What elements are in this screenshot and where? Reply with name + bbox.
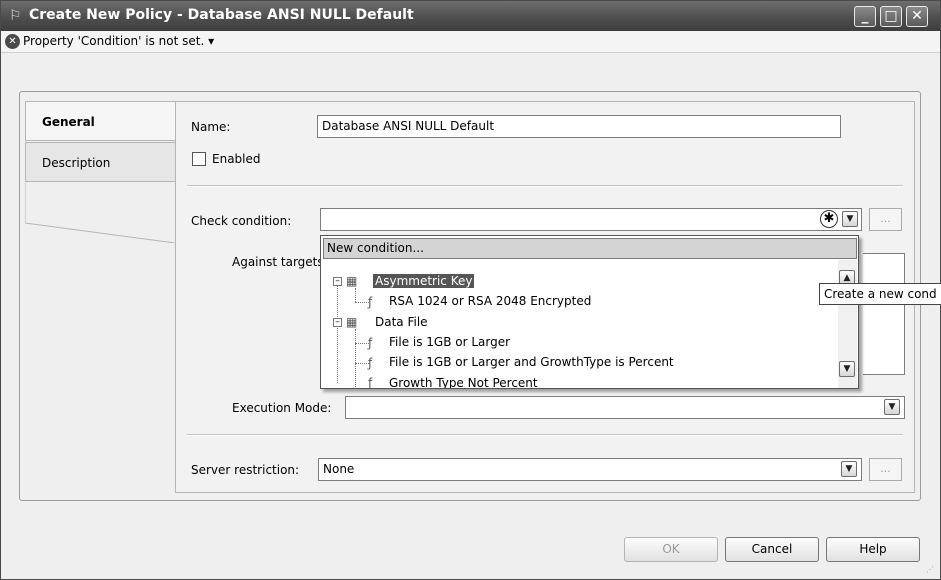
condition-icon: ƒ [368, 295, 373, 309]
tree-item-asymmetric-key[interactable]: Asymmetric Key [373, 274, 475, 288]
close-button[interactable]: ✕ [906, 6, 928, 27]
condition-icon: ƒ [368, 356, 373, 370]
cancel-button[interactable]: Cancel [725, 537, 819, 562]
name-label: Name: [191, 120, 231, 134]
tree-item-data-file[interactable]: Data File [375, 315, 428, 329]
status-bar: ✕ Property 'Condition' is not set. ▾ [1, 31, 940, 53]
tab-description[interactable]: Description [25, 142, 177, 182]
minimize-button[interactable]: _ [854, 6, 876, 27]
maximize-button[interactable]: □ [880, 6, 902, 27]
chevron-down-icon[interactable]: ▼ [842, 211, 858, 227]
dropdown-scrollbar[interactable]: ▲ ▼ [838, 260, 857, 388]
help-button[interactable]: Help [826, 537, 920, 562]
check-condition-label: Check condition: [191, 214, 292, 228]
server-restriction-label: Server restriction: [191, 463, 300, 477]
execution-mode-select[interactable]: ▼ [345, 396, 905, 419]
error-icon: ✕ [5, 34, 20, 49]
page-tabs: General Description [25, 101, 177, 271]
chevron-down-icon[interactable]: ▼ [841, 461, 857, 477]
enabled-label: Enabled [212, 152, 261, 166]
tree-line [355, 288, 356, 302]
server-restriction-select[interactable]: None ▼ [318, 458, 862, 481]
tree-line [355, 363, 369, 364]
tree-item-condition[interactable]: File is 1GB or Larger and GrowthType is … [389, 355, 674, 369]
new-condition-item[interactable]: New condition... [323, 238, 857, 259]
resize-grip-icon[interactable]: ⋰ [926, 565, 936, 575]
tree-item-condition[interactable]: File is 1GB or Larger [389, 335, 510, 349]
execution-mode-label: Execution Mode: [232, 401, 332, 415]
tree-item-condition[interactable]: Growth Type Not Percent [389, 376, 538, 388]
server-restriction-value: None [323, 462, 355, 476]
condition-icon: ƒ [368, 376, 373, 389]
tree-line [355, 329, 356, 388]
enabled-checkbox[interactable] [192, 152, 206, 166]
scroll-down-icon[interactable]: ▼ [839, 361, 855, 377]
tree-collapse-toggle[interactable]: – [333, 318, 342, 327]
check-condition-combo[interactable]: ✱ ▼ [320, 208, 862, 231]
new-condition-icon[interactable]: ✱ [820, 210, 838, 228]
title-bar[interactable]: ⚐ Create New Policy - Database ANSI NULL… [1, 1, 940, 31]
chevron-down-icon[interactable]: ▾ [208, 34, 214, 48]
condition-dropdown-list[interactable]: New condition... – ▦ Asymmetric Key ƒ RS… [320, 235, 859, 389]
facet-icon: ▦ [346, 274, 358, 288]
name-input[interactable]: Database ANSI NULL Default [317, 115, 841, 138]
tab-general[interactable]: General [25, 101, 177, 141]
targets-box[interactable] [863, 253, 905, 375]
status-message-text: Property 'Condition' is not set. [23, 34, 205, 48]
status-message[interactable]: Property 'Condition' is not set. ▾ [23, 34, 214, 48]
facet-icon: ▦ [346, 315, 358, 329]
tree-line [355, 302, 369, 303]
chevron-down-icon[interactable]: ▼ [884, 399, 900, 415]
tree-collapse-toggle[interactable]: – [333, 277, 342, 286]
create-new-policy-dialog: ⚐ Create New Policy - Database ANSI NULL… [0, 0, 941, 580]
divider-highlight [187, 435, 903, 436]
check-condition-browse-button[interactable]: ... [869, 208, 902, 231]
tooltip: Create a new cond [819, 283, 941, 305]
tab-strip-curve [25, 183, 176, 243]
condition-icon: ƒ [368, 336, 373, 350]
against-targets-label: Against targets: [232, 255, 328, 269]
policy-icon: ⚐ [9, 8, 22, 24]
tree-line [337, 278, 338, 383]
server-restriction-browse-button[interactable]: ... [869, 458, 902, 481]
window-title: Create New Policy - Database ANSI NULL D… [29, 7, 414, 23]
tree-item-condition[interactable]: RSA 1024 or RSA 2048 Encrypted [389, 294, 591, 308]
divider-highlight [187, 186, 903, 187]
ok-button[interactable]: OK [624, 537, 718, 562]
tree-line [355, 343, 369, 344]
